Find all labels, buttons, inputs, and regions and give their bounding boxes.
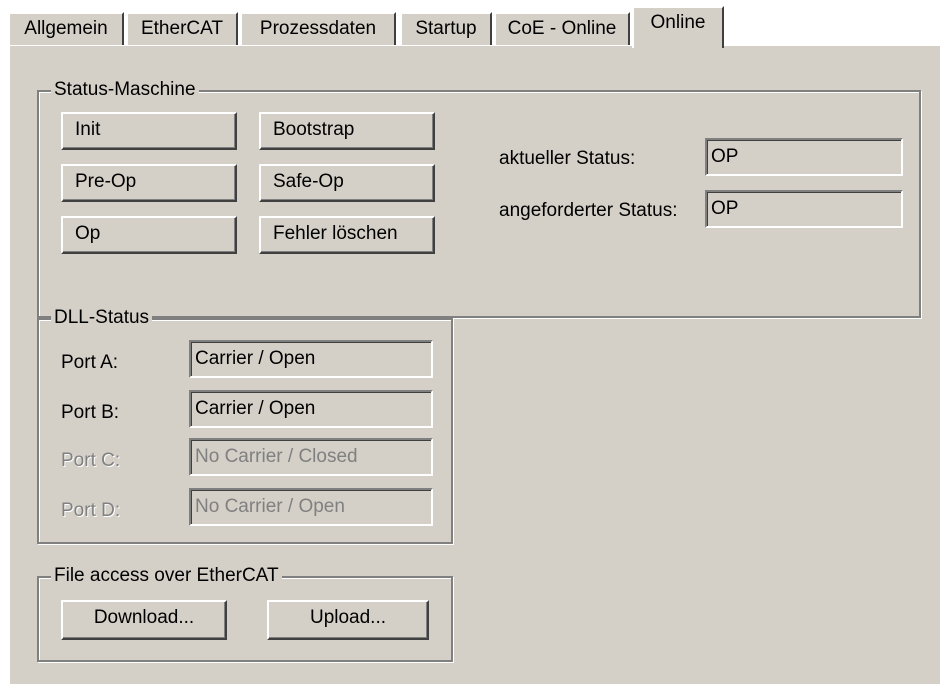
status-machine-title: Status-Maschine [51, 79, 199, 101]
port-b-label: Port B: [61, 402, 120, 423]
op-button[interactable]: Op [61, 216, 237, 254]
online-tab-panel: Status-Maschine Init Bootstrap Pre-Op Sa… [8, 46, 940, 684]
upload-button[interactable]: Upload... [267, 600, 429, 640]
requested-status-field: OP [705, 190, 903, 228]
status-machine-group: Status-Maschine Init Bootstrap Pre-Op Sa… [37, 79, 921, 318]
port-b-field: Carrier / Open [189, 390, 433, 428]
tab-prozessdaten[interactable]: Prozessdaten [240, 12, 396, 46]
bootstrap-button[interactable]: Bootstrap [259, 112, 435, 150]
port-d-label: Port D: [61, 500, 121, 521]
port-c-label: Port C: [61, 450, 121, 471]
ethercat-device-dialog: Allgemein EtherCAT Prozessdaten Startup … [0, 0, 940, 684]
dll-status-group: DLL-Status Port A: Carrier / Open Port B… [37, 307, 453, 544]
safe-op-button[interactable]: Safe-Op [259, 164, 435, 202]
tab-online[interactable]: Online [632, 6, 724, 48]
port-a-label: Port A: [61, 352, 119, 373]
tab-ethercat[interactable]: EtherCAT [126, 12, 238, 46]
clear-errors-button[interactable]: Fehler löschen [259, 216, 435, 254]
current-status-field: OP [705, 138, 903, 176]
port-a-field: Carrier / Open [189, 340, 433, 378]
download-button[interactable]: Download... [61, 600, 227, 640]
current-status-label: aktueller Status: [499, 148, 636, 169]
tab-startup[interactable]: Startup [400, 12, 492, 46]
init-button[interactable]: Init [61, 112, 237, 150]
tab-coe-online[interactable]: CoE - Online [494, 12, 630, 46]
requested-status-label: angeforderter Status: [499, 200, 678, 221]
tab-strip: Allgemein EtherCAT Prozessdaten Startup … [0, 0, 940, 48]
port-c-field: No Carrier / Closed [189, 438, 433, 476]
file-access-group: File access over EtherCAT Download... Up… [37, 565, 453, 662]
file-access-title: File access over EtherCAT [51, 565, 282, 587]
port-d-field: No Carrier / Open [189, 488, 433, 526]
tab-allgemein[interactable]: Allgemein [8, 12, 124, 46]
dll-status-title: DLL-Status [51, 307, 153, 329]
pre-op-button[interactable]: Pre-Op [61, 164, 237, 202]
